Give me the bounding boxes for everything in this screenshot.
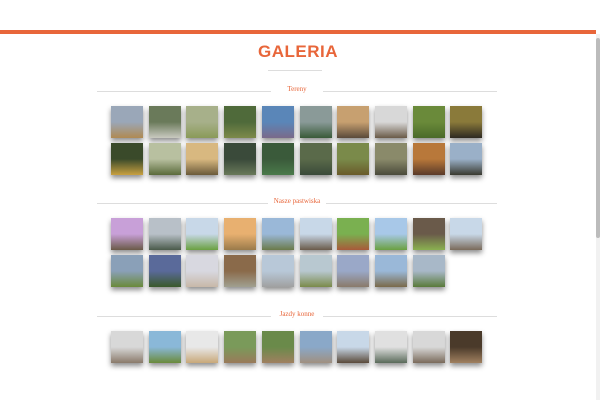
gallery-thumbnail[interactable] <box>337 331 369 363</box>
gallery-thumbnail[interactable] <box>262 255 294 287</box>
gallery-thumbnail[interactable] <box>300 255 332 287</box>
gallery-thumbnail[interactable] <box>224 106 256 138</box>
scrollbar[interactable] <box>596 34 600 400</box>
gallery-thumbnail[interactable] <box>375 218 407 250</box>
gallery-thumbnail[interactable] <box>337 218 369 250</box>
gallery-thumbnail[interactable] <box>111 218 143 250</box>
section-label: Tereny <box>281 85 313 93</box>
gallery-thumbnail[interactable] <box>300 143 332 175</box>
gallery-thumbnail[interactable] <box>186 331 218 363</box>
gallery-thumbnail[interactable] <box>450 143 482 175</box>
gallery-thumbnail[interactable] <box>186 255 218 287</box>
gallery-thumbnail[interactable] <box>186 218 218 250</box>
gallery-thumbnail[interactable] <box>413 218 445 250</box>
gallery-thumbnail[interactable] <box>300 218 332 250</box>
gallery-thumbnail[interactable] <box>186 106 218 138</box>
gallery-thumbnail[interactable] <box>450 106 482 138</box>
gallery-thumbnail[interactable] <box>262 331 294 363</box>
gallery-thumbnail[interactable] <box>262 143 294 175</box>
section-heading-jazdy: Jazdy konne <box>97 310 497 322</box>
gallery-thumbnail[interactable] <box>224 331 256 363</box>
gallery-thumbnail[interactable] <box>450 331 482 363</box>
gallery-thumbnail[interactable] <box>111 143 143 175</box>
scrollbar-thumb[interactable] <box>596 38 600 238</box>
gallery-thumbnail[interactable] <box>111 255 143 287</box>
page-title: GALERIA <box>258 42 338 61</box>
gallery-thumbnail[interactable] <box>149 106 181 138</box>
gallery-page: GALERIA Tereny Nasze pastwiska Jazdy kon… <box>0 34 596 400</box>
gallery-thumbnail[interactable] <box>337 106 369 138</box>
gallery-thumbnail[interactable] <box>413 143 445 175</box>
gallery-thumbnail[interactable] <box>375 331 407 363</box>
title-divider <box>268 70 322 71</box>
gallery-thumbnail[interactable] <box>375 255 407 287</box>
gallery-thumbnail[interactable] <box>224 143 256 175</box>
section-heading-pastwiska: Nasze pastwiska <box>97 197 497 209</box>
gallery-thumbnail[interactable] <box>375 143 407 175</box>
gallery-thumbnail[interactable] <box>149 255 181 287</box>
gallery-thumbnail[interactable] <box>413 255 445 287</box>
gallery-thumbnail[interactable] <box>300 106 332 138</box>
gallery-thumbnail[interactable] <box>375 106 407 138</box>
gallery-thumbnail[interactable] <box>337 143 369 175</box>
gallery-thumbnail[interactable] <box>413 331 445 363</box>
gallery-thumbnail[interactable] <box>111 106 143 138</box>
gallery-thumbnail[interactable] <box>224 255 256 287</box>
gallery-thumbnail[interactable] <box>300 331 332 363</box>
gallery-thumbnail[interactable] <box>111 331 143 363</box>
gallery-thumbnail[interactable] <box>224 218 256 250</box>
gallery-thumbnail[interactable] <box>149 218 181 250</box>
gallery-thumbnail[interactable] <box>262 218 294 250</box>
gallery-thumbnail[interactable] <box>149 143 181 175</box>
gallery-thumbnail[interactable] <box>262 106 294 138</box>
section-label: Jazdy konne <box>273 310 321 318</box>
gallery-thumbnail[interactable] <box>186 143 218 175</box>
gallery-thumbnail[interactable] <box>450 218 482 250</box>
gallery-thumbnail[interactable] <box>413 106 445 138</box>
gallery-thumbnail[interactable] <box>149 331 181 363</box>
section-label: Nasze pastwiska <box>267 197 327 205</box>
gallery-thumbnail[interactable] <box>337 255 369 287</box>
section-heading-tereny: Tereny <box>97 85 497 97</box>
